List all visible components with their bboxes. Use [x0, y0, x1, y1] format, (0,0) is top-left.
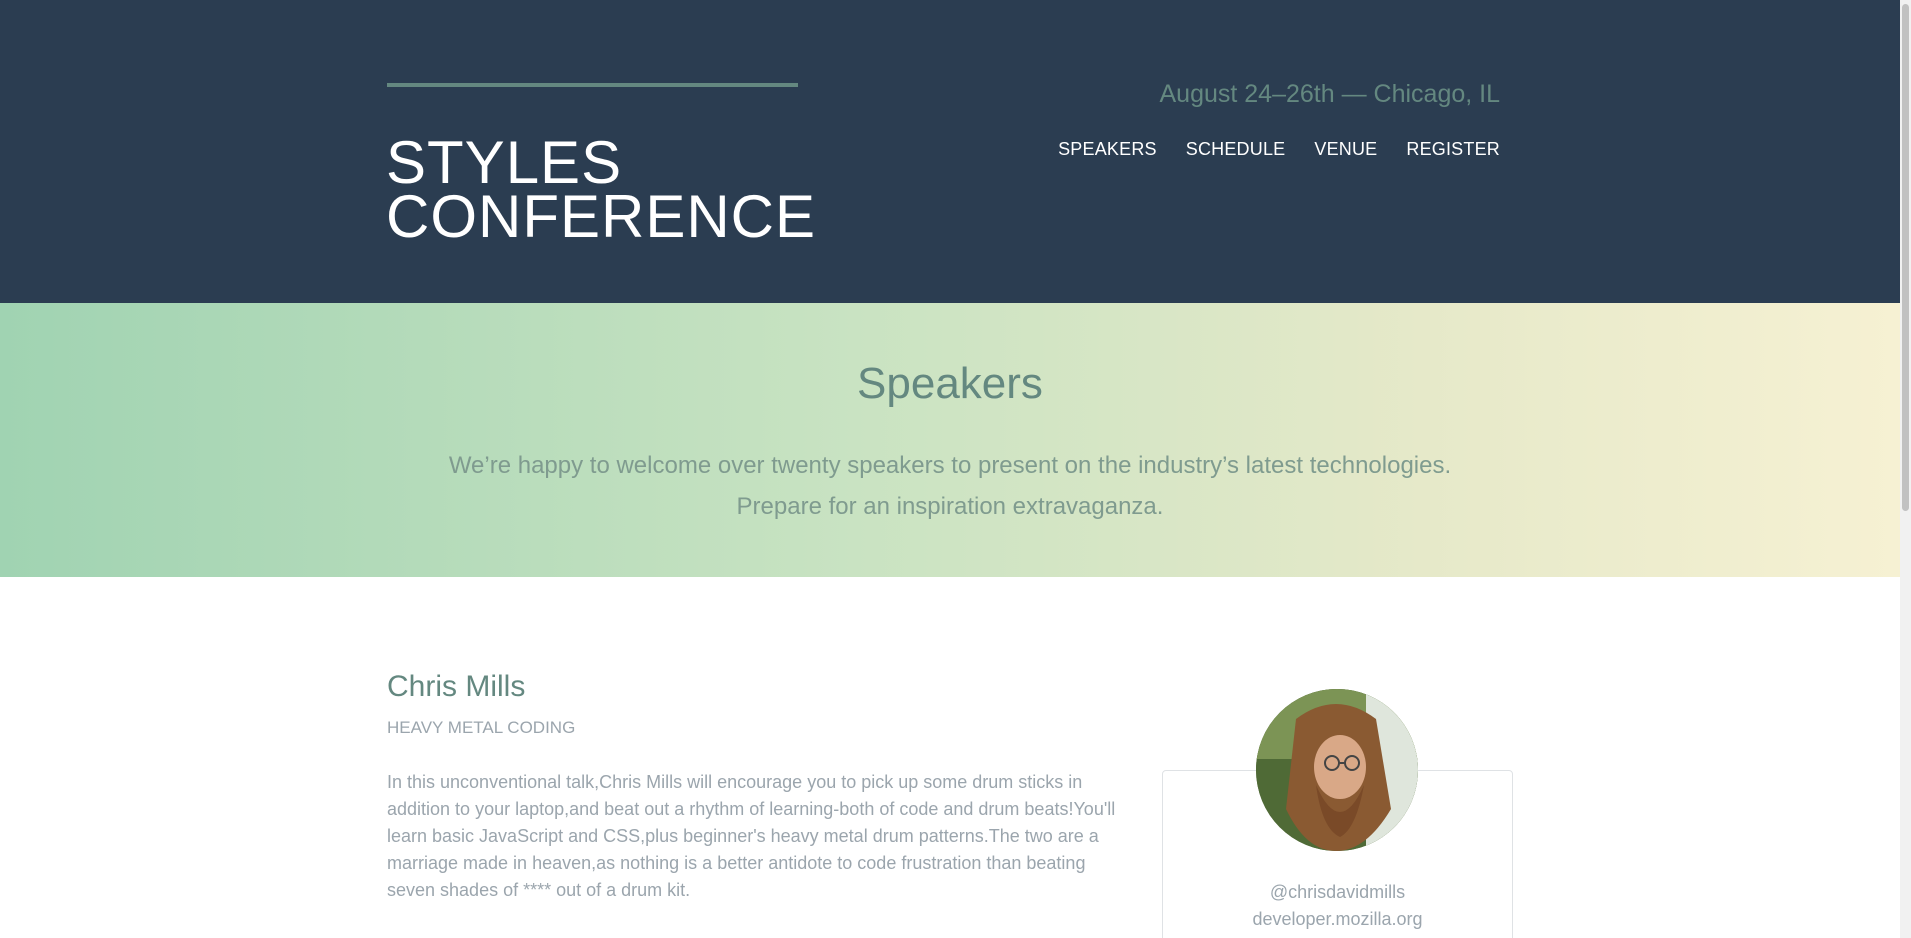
main-nav: SPEAKERS SCHEDULE VENUE REGISTER — [1058, 139, 1500, 160]
speaker-website-link[interactable]: developer.mozilla.org — [1162, 909, 1513, 930]
speaker-bio: In this unconventional talk,Chris Mills … — [387, 772, 1116, 900]
hero-lead-line2: Prepare for an inspiration extravaganza. — [736, 493, 1164, 520]
logo-line-styles: STYLES — [386, 129, 623, 196]
scrollbar-thumb[interactable] — [1902, 4, 1909, 511]
hero-lead-line1: We’re happy to welcome over twenty speak… — [448, 452, 1452, 479]
logo-line-conference: CONFERENCE — [386, 183, 817, 250]
hero-banner: Speakers We’re happy to welcome over twe… — [0, 303, 1900, 577]
nav-speakers[interactable]: SPEAKERS — [1058, 139, 1157, 160]
site-logo[interactable]: STYLES CONFERENCE — [386, 129, 817, 250]
speaker-photo — [1256, 689, 1418, 851]
speaker-talk-title: HEAVY METAL CODING — [387, 718, 576, 737]
speaker-name: Chris Mills — [387, 670, 526, 703]
hero-lead: We’re happy to welcome over twenty speak… — [0, 445, 1900, 527]
page: STYLES CONFERENCE August 24–26th — Chica… — [0, 0, 1911, 938]
nav-register[interactable]: REGISTER — [1406, 139, 1500, 160]
speaker-twitter-link[interactable]: @chrisdavidmills — [1162, 882, 1513, 903]
logo-rule — [387, 83, 798, 87]
vertical-scrollbar[interactable] — [1900, 0, 1911, 938]
page-title: Speakers — [857, 359, 1043, 408]
speaker-avatar — [1256, 689, 1418, 851]
site-header: STYLES CONFERENCE August 24–26th — Chica… — [0, 0, 1900, 303]
event-tagline: August 24–26th — Chicago, IL — [1159, 80, 1500, 108]
nav-schedule[interactable]: SCHEDULE — [1186, 139, 1286, 160]
nav-venue[interactable]: VENUE — [1314, 139, 1377, 160]
